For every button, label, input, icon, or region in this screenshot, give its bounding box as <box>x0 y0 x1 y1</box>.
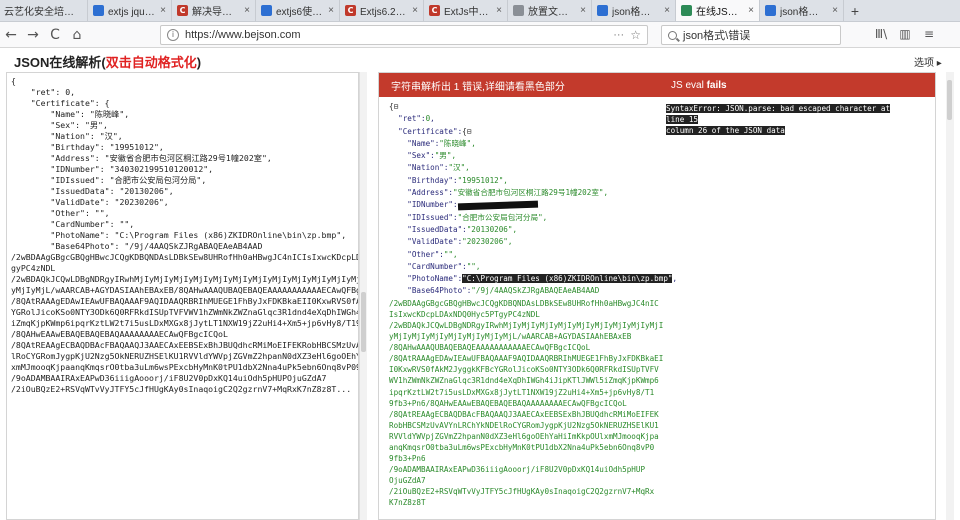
browser-tab[interactable]: extjs6使用jquery × <box>256 0 340 21</box>
collapse-toggle[interactable]: {⊟ <box>462 127 471 136</box>
value-other: "", <box>443 249 458 259</box>
tab-label[interactable]: extjs jquery冲突 <box>108 3 156 18</box>
redaction-mark <box>457 200 538 211</box>
page-title-paren-close: ) <box>196 55 202 70</box>
sidebar-icon[interactable]: ▥ <box>896 24 914 44</box>
value-birthday: "19951012", <box>457 175 508 185</box>
browser-tab[interactable]: C Extjs6.2系列之入门 × <box>340 0 424 21</box>
tab-favicon-icon: C <box>345 5 356 16</box>
browser-tab[interactable]: extjs jquery冲突 × <box>88 0 172 21</box>
input-scrollbar-thumb[interactable] <box>361 292 366 352</box>
nav-bar: ← → C ⌂ i https://www.bejson.com ··· ☆ j… <box>0 22 960 48</box>
json-output-panel: 字符串解析出 1 错误,详细请看黑色部分 JS eval fails {⊟ "r… <box>378 72 936 520</box>
value-sex: "男", <box>434 151 457 161</box>
browser-tab[interactable]: 在线JSON校验 × <box>676 0 760 21</box>
value-address: "安徽省合肥市包河区桐江路29号1幢202室", <box>453 188 609 198</box>
bookmark-star-icon[interactable]: ☆ <box>630 28 641 42</box>
value-photo-end: , <box>672 274 678 284</box>
value-base64-head: "/9j/4AAQSkZJRgABAQEAeAB4AAD <box>471 286 600 296</box>
browser-tab[interactable]: json格式 解析_百度 × <box>760 0 844 21</box>
tab-close-icon[interactable]: × <box>748 5 754 16</box>
url-bar[interactable]: i https://www.bejson.com ··· ☆ <box>160 25 648 45</box>
tab-favicon-icon: C <box>429 5 440 16</box>
menu-icon[interactable]: ≡ <box>920 24 938 44</box>
tab-close-icon[interactable]: × <box>496 5 502 16</box>
value-ret: 0 <box>425 114 431 124</box>
value-nation: "汉", <box>448 163 470 173</box>
browser-tab[interactable]: 放置文章标题 × <box>508 0 592 21</box>
browser-tab[interactable]: 云艺化安全培训后台管理 <box>0 0 88 21</box>
browser-tab[interactable]: json格式化_在线 × <box>592 0 676 21</box>
browser-tab[interactable]: C 解决导入extjs_jquery × <box>172 0 256 21</box>
page-title-main: JSON在线解析 <box>14 55 102 70</box>
value-card: "", <box>466 261 481 271</box>
result-header: 字符串解析出 1 错误,详细请看黑色部分 JS eval fails <box>379 73 935 97</box>
search-text[interactable]: json格式\错误 <box>683 27 750 43</box>
new-tab-button[interactable]: + <box>844 0 866 21</box>
search-icon <box>668 30 677 40</box>
output-scrollbar[interactable] <box>946 72 954 520</box>
toolbar-icons: Ⅲ\ ▥ ≡ <box>872 24 938 44</box>
options-link[interactable]: 选项 ▸ <box>914 54 942 69</box>
json-input-textarea[interactable]: { "ret": 0, "Certificate": { "Name": "陈晓… <box>6 72 359 520</box>
tab-label[interactable]: extjs6使用jquery <box>276 3 324 18</box>
library-icon[interactable]: Ⅲ\ <box>872 24 890 44</box>
formatted-json-tree: {⊟ "ret":0, "Certificate":{⊟ "Name":"陈晓峰… <box>389 102 678 296</box>
url-text[interactable]: https://www.bejson.com <box>185 29 607 41</box>
value-base64: /2wBDAAgGBgcGBQgHBwcJCQgKDBQNDAsLDBkSEw8… <box>389 298 664 508</box>
syntax-error-line-1: SyntaxError: JSON.parse: bad escaped cha… <box>666 104 891 124</box>
home-icon[interactable]: ⌂ <box>66 24 88 46</box>
tab-label[interactable]: 在线JSON校验 <box>696 3 744 18</box>
page-actions-icon[interactable]: ··· <box>613 29 624 41</box>
tab-favicon-icon <box>261 5 272 16</box>
page-title-hint: 双击自动格式化 <box>105 55 197 70</box>
value-issued: "20130206", <box>466 224 518 234</box>
tab-label[interactable]: 解决导入extjs_jquery <box>192 3 240 18</box>
value-valid: "20230206", <box>462 237 513 247</box>
eval-result: fails <box>706 79 727 91</box>
error-highlight: "C:\Program Files (x86)ZKIDROnline\bin\z… <box>462 274 673 284</box>
formatted-json: {⊟ "ret":0, "Certificate":{⊟ "Name":"陈晓峰… <box>389 101 678 509</box>
browser-tab[interactable]: C ExtJs中通过jQuery × <box>424 0 508 21</box>
tab-close-icon[interactable]: × <box>412 5 418 16</box>
tab-close-icon[interactable]: × <box>160 5 166 16</box>
tab-favicon-icon <box>681 5 692 16</box>
tab-label[interactable]: Extjs6.2系列之入门 <box>360 3 408 18</box>
collapse-toggle[interactable]: {⊟ <box>389 102 398 111</box>
tab-favicon-icon <box>765 5 776 16</box>
tab-close-icon[interactable]: × <box>664 5 670 16</box>
json-input-text[interactable]: { "ret": 0, "Certificate": { "Name": "陈晓… <box>11 76 358 395</box>
syntax-error-message: SyntaxError: JSON.parse: bad escaped cha… <box>666 103 904 136</box>
search-input[interactable]: json格式\错误 <box>661 25 841 45</box>
eval-status: JS eval fails <box>671 80 727 91</box>
tab-close-icon[interactable]: × <box>832 5 838 16</box>
tab-label[interactable]: json格式 解析_百度 <box>780 3 828 18</box>
tab-favicon-icon: C <box>177 5 188 16</box>
tab-label[interactable]: json格式化_在线 <box>612 3 660 18</box>
tab-label[interactable]: ExtJs中通过jQuery <box>444 3 492 18</box>
eval-label: JS eval <box>671 79 704 91</box>
reload-icon[interactable]: C <box>44 24 66 46</box>
output-scrollbar-thumb[interactable] <box>947 80 952 120</box>
info-icon[interactable]: i <box>167 29 179 41</box>
tab-close-icon[interactable]: × <box>580 5 586 16</box>
syntax-error-line-2: column 26 of the JSON data <box>666 126 785 135</box>
tab-label[interactable]: 云艺化安全培训后台管理 <box>4 3 82 18</box>
forward-icon[interactable]: → <box>22 24 44 46</box>
tab-favicon-icon <box>513 5 524 16</box>
tab-bar: 云艺化安全培训后台管理 extjs jquery冲突 × C 解决导入extjs_jqu… <box>0 0 960 22</box>
tab-favicon-icon <box>93 5 104 16</box>
value-name: "陈晓峰", <box>439 138 476 148</box>
error-summary: 字符串解析出 1 错误,详细请看黑色部分 <box>391 81 565 93</box>
tab-label[interactable]: 放置文章标题 <box>528 3 576 18</box>
page-title: JSON在线解析(双击自动格式化) <box>14 52 201 71</box>
value-idissued: "合肥市公安局包河分局", <box>457 212 548 222</box>
back-icon[interactable]: ← <box>0 24 22 46</box>
tab-close-icon[interactable]: × <box>328 5 334 16</box>
tab-favicon-icon <box>597 5 608 16</box>
input-scrollbar[interactable] <box>359 72 367 520</box>
tab-close-icon[interactable]: × <box>244 5 250 16</box>
